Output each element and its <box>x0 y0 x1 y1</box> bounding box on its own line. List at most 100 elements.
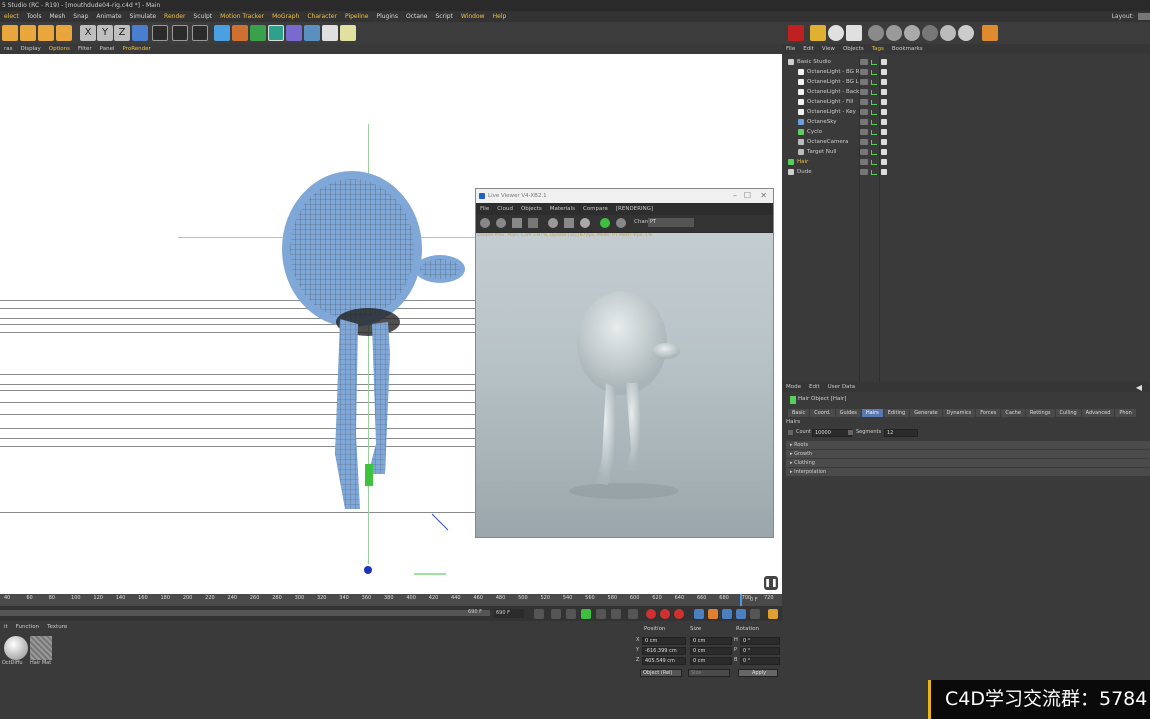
live-viewer-menu-item[interactable]: Cloud <box>493 204 517 214</box>
viewport-menu-item[interactable]: Filter <box>74 44 96 54</box>
prev-key-icon[interactable] <box>551 609 561 619</box>
attribute-tab[interactable]: Generate <box>910 409 942 417</box>
visibility-dots[interactable] <box>860 69 868 75</box>
attribute-tab[interactable]: Forces <box>976 409 1001 417</box>
object-row[interactable]: OctaneCamera <box>782 137 1150 147</box>
back-arrow-icon[interactable]: ◀ <box>1136 383 1142 392</box>
visibility-dots[interactable] <box>860 149 868 155</box>
light-icon[interactable] <box>340 25 356 41</box>
render-view-icon[interactable] <box>152 25 168 41</box>
move-tool-icon[interactable] <box>2 25 18 41</box>
attribute-tab[interactable]: Phon <box>1115 409 1136 417</box>
check-icon[interactable] <box>871 120 877 125</box>
material-menu-item[interactable]: Function <box>12 622 43 632</box>
cube-icon[interactable] <box>214 25 230 41</box>
tag-icon[interactable] <box>881 149 887 155</box>
visibility-dots[interactable] <box>860 59 868 65</box>
stop-icon[interactable] <box>528 218 538 228</box>
visibility-dots[interactable] <box>860 89 868 95</box>
check-icon[interactable] <box>871 100 877 105</box>
viewport-menu-item[interactable]: ras <box>0 44 17 54</box>
check-icon[interactable] <box>871 70 877 75</box>
menu-item[interactable]: Simulate <box>126 11 161 22</box>
key-rotation-icon[interactable] <box>722 609 732 619</box>
segments-field[interactable]: 12 <box>884 429 918 437</box>
pause-render-icon[interactable]: ❚❚ <box>764 576 778 590</box>
check-icon[interactable] <box>871 160 877 165</box>
om-menu-item[interactable]: Edit <box>799 44 818 54</box>
menu-item[interactable]: Character <box>303 11 341 22</box>
channel-select[interactable]: PT <box>648 218 694 227</box>
next-frame-icon[interactable] <box>596 609 606 619</box>
count-anim-dot[interactable] <box>788 430 793 435</box>
menu-item[interactable]: Tools <box>23 11 46 22</box>
pick-focus-icon[interactable] <box>600 218 610 228</box>
maximize-icon[interactable]: ☐ <box>744 191 751 200</box>
tag-icon[interactable] <box>881 69 887 75</box>
material-mix-icon[interactable] <box>922 25 938 41</box>
menu-item[interactable]: Pipeline <box>341 11 372 22</box>
attribute-tab[interactable]: Advanced <box>1081 409 1115 417</box>
tag-icon[interactable] <box>881 129 887 135</box>
am-menu-item[interactable]: Mode <box>782 382 805 392</box>
live-viewer-menu-item[interactable]: Compare <box>579 204 612 214</box>
live-db-icon[interactable] <box>982 25 998 41</box>
rot-b-field[interactable]: 0 ° <box>740 657 780 665</box>
object-row[interactable]: Hair <box>782 157 1150 167</box>
close-icon[interactable]: ✕ <box>760 191 767 200</box>
om-menu-item[interactable]: Objects <box>839 44 868 54</box>
rotate-tool-icon[interactable] <box>38 25 54 41</box>
menu-item[interactable]: Window <box>457 11 489 22</box>
menu-item[interactable]: MoGraph <box>268 11 303 22</box>
object-row[interactable]: OctaneLight - Back <box>782 87 1150 97</box>
playhead[interactable] <box>740 594 742 606</box>
render-picture-viewer-icon[interactable] <box>172 25 188 41</box>
attribute-tab[interactable]: Guides <box>835 409 861 417</box>
camera-icon[interactable] <box>322 25 338 41</box>
object-row[interactable]: Cyclo <box>782 127 1150 137</box>
pen-icon[interactable] <box>232 25 248 41</box>
go-start-icon[interactable] <box>534 609 544 619</box>
key-pla-icon[interactable] <box>750 609 760 619</box>
reload-icon[interactable] <box>480 218 490 228</box>
object-row[interactable]: OctaneLight - Key <box>782 107 1150 117</box>
collapsible-group[interactable]: ▸ Growth <box>786 450 1150 458</box>
pos-y-field[interactable]: -616.399 cm <box>642 647 686 655</box>
frame-range-slider[interactable] <box>0 610 490 616</box>
size-y-field[interactable]: 0 cm <box>690 647 732 655</box>
tag-icon[interactable] <box>881 89 887 95</box>
rot-p-field[interactable]: 0 ° <box>740 647 780 655</box>
apply-button[interactable]: Apply <box>738 669 778 677</box>
count-field[interactable]: 10000 <box>812 429 852 437</box>
menu-item[interactable]: Help <box>489 11 511 22</box>
check-icon[interactable] <box>871 110 877 115</box>
subdivision-icon[interactable] <box>250 25 266 41</box>
segments-anim-dot[interactable] <box>848 430 853 435</box>
check-icon[interactable] <box>871 80 877 85</box>
size-mode-select[interactable]: Size <box>688 669 730 677</box>
menu-item[interactable]: Mesh <box>45 11 69 22</box>
visibility-dots[interactable] <box>860 79 868 85</box>
live-viewer-menu-item[interactable]: [RENDERING] <box>612 204 657 214</box>
restart-icon[interactable] <box>496 218 506 228</box>
om-menu-item[interactable]: File <box>782 44 799 54</box>
tag-icon[interactable] <box>881 139 887 145</box>
object-row[interactable]: OctaneLight - BG R <box>782 67 1150 77</box>
pick-material-icon[interactable] <box>616 218 626 228</box>
om-menu-item[interactable]: Tags <box>868 44 888 54</box>
keyframe-selection-icon[interactable] <box>674 609 684 619</box>
live-viewer-menu-item[interactable]: Objects <box>517 204 546 214</box>
tag-icon[interactable] <box>881 119 887 125</box>
om-menu-item[interactable]: Bookmarks <box>888 44 927 54</box>
visibility-dots[interactable] <box>860 129 868 135</box>
visibility-dots[interactable] <box>860 99 868 105</box>
check-icon[interactable] <box>871 170 877 175</box>
object-row[interactable]: OctaneSky <box>782 117 1150 127</box>
visibility-dots[interactable] <box>860 159 868 165</box>
tag-icon[interactable] <box>881 109 887 115</box>
visibility-dots[interactable] <box>860 169 868 175</box>
pos-x-field[interactable]: 0 cm <box>642 637 686 645</box>
minimize-icon[interactable]: – <box>733 191 737 200</box>
tag-icon[interactable] <box>881 79 887 85</box>
select-tool-icon[interactable] <box>56 25 72 41</box>
